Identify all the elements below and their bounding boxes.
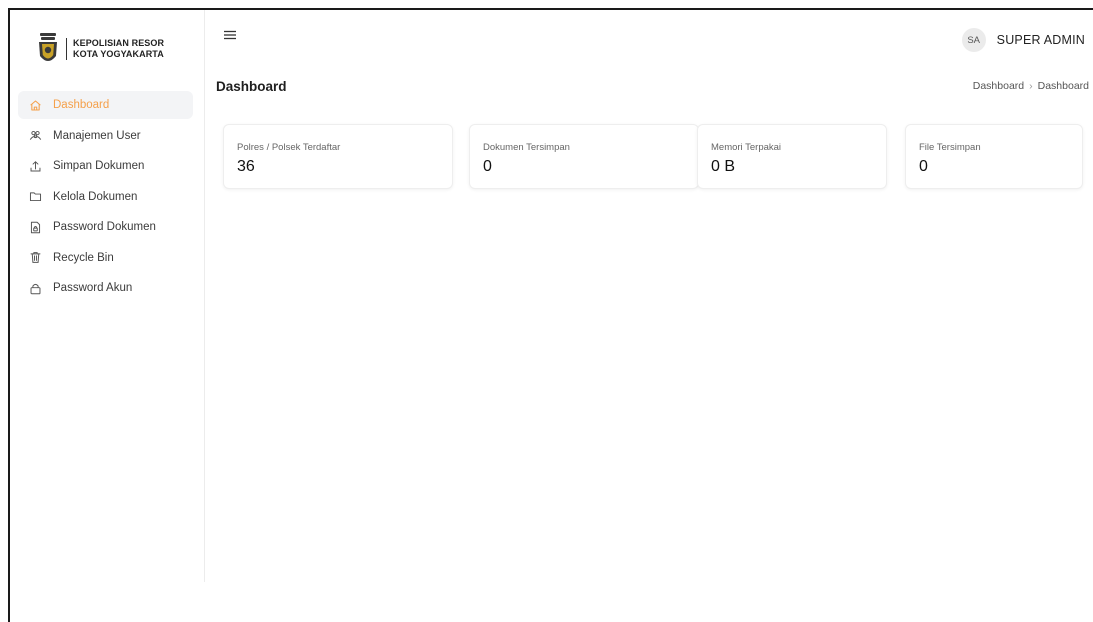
sidebar-item-label: Kelola Dokumen (53, 190, 138, 203)
breadcrumb-link-dashboard[interactable]: Dashboard (973, 80, 1024, 92)
sidebar-item-label: Manajemen User (53, 129, 141, 142)
hamburger-menu-icon[interactable] (223, 28, 237, 42)
stat-card-memori: Memori Terpakai 0 B (697, 124, 887, 189)
sidebar-item-label: Password Akun (53, 282, 133, 294)
upload-icon (28, 159, 42, 173)
sidebar-item-label: Simpan Dokumen (53, 160, 145, 172)
folder-icon (28, 190, 42, 204)
sidebar-item-recycle-bin[interactable]: Recycle Bin (18, 244, 193, 272)
file-lock-icon (28, 220, 42, 234)
users-icon (28, 129, 42, 143)
stat-label: File Tersimpan (919, 142, 981, 153)
breadcrumb-current: Dashboard (1037, 80, 1089, 92)
page-title: Dashboard (216, 79, 287, 94)
stat-value: 36 (237, 158, 255, 175)
stat-value: 0 B (711, 158, 736, 175)
trash-icon (28, 251, 42, 265)
sidebar-item-manajemen-user[interactable]: Manajemen User (18, 122, 193, 150)
breadcrumb: Dashboard › Dashboard (973, 80, 1089, 92)
brand-line-2: KOTA YOGYAKARTA (73, 49, 164, 59)
stat-label: Memori Terpakai (711, 142, 782, 153)
brand-line-1: KEPOLISIAN RESOR (73, 38, 165, 48)
sidebar: KEPOLISIAN RESOR KOTA YOGYAKARTA Dashboa… (10, 10, 205, 582)
home-icon (28, 98, 42, 112)
police-logo-icon (39, 33, 57, 61)
sidebar-item-simpan-dokumen[interactable]: Simpan Dokumen (18, 152, 193, 180)
sidebar-item-kelola-dokumen[interactable]: Kelola Dokumen (18, 183, 193, 211)
user-name[interactable]: SUPER ADMIN (997, 33, 1085, 47)
sidebar-item-dashboard[interactable]: Dashboard (18, 91, 193, 119)
sidebar-item-password-akun[interactable]: Password Akun (18, 274, 193, 302)
sidebar-item-label: Dashboard (53, 99, 110, 111)
avatar[interactable]: SA (961, 28, 986, 52)
app-window: KEPOLISIAN RESOR KOTA YOGYAKARTA Dashboa… (8, 8, 1093, 622)
stat-card-file: File Tersimpan 0 (905, 124, 1083, 189)
lock-icon (28, 281, 42, 295)
stat-value: 0 (483, 158, 492, 175)
brand-name: KEPOLISIAN RESOR KOTA YOGYAKARTA (66, 38, 164, 60)
sidebar-menu: Dashboard Manajemen User Simpan Dokumen … (18, 91, 193, 305)
stat-card-dokumen: Dokumen Tersimpan 0 (469, 124, 699, 189)
user-menu[interactable]: SA SUPER ADMIN (961, 28, 1085, 52)
breadcrumb-separator-icon: › (1029, 80, 1033, 92)
sidebar-item-label: Recycle Bin (53, 251, 114, 264)
stat-label: Polres / Polsek Terdaftar (237, 142, 341, 153)
sidebar-item-password-dokumen[interactable]: Password Dokumen (18, 213, 193, 241)
stat-value: 0 (919, 158, 928, 175)
brand[interactable]: KEPOLISIAN RESOR KOTA YOGYAKARTA (38, 32, 164, 66)
sidebar-item-label: Password Dokumen (53, 221, 156, 233)
stat-card-polres: Polres / Polsek Terdaftar 36 (223, 124, 453, 189)
stat-label: Dokumen Tersimpan (483, 142, 570, 153)
